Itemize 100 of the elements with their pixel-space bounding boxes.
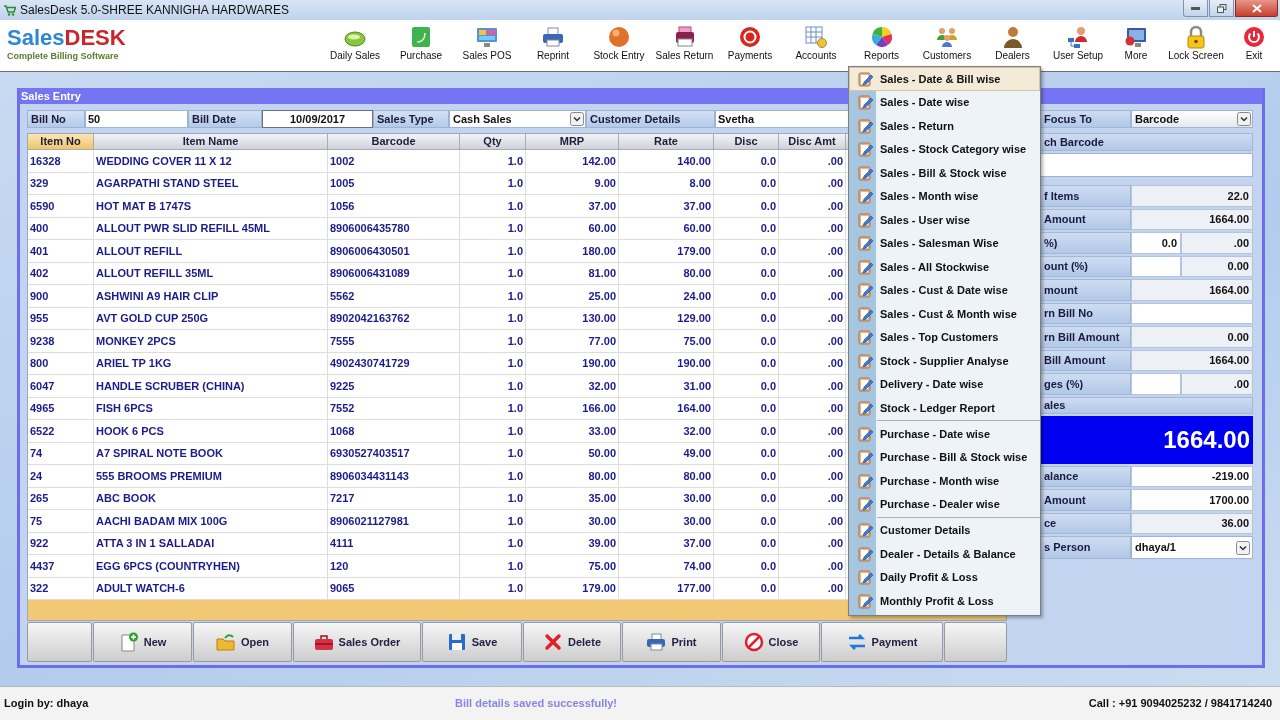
table-cell: 1.0 (460, 285, 526, 308)
summary-value: -219.00 (1131, 465, 1253, 487)
table-cell: ASHWINI A9 HAIR CLIP (94, 285, 328, 308)
table-cell: .00 (779, 397, 846, 420)
table-cell: 4965 (28, 397, 94, 420)
table-cell: 0.0 (714, 352, 779, 375)
table-cell: 1.0 (460, 555, 526, 578)
table-cell: 7217 (328, 487, 460, 510)
table-cell: 6590 (28, 195, 94, 218)
table-cell: 190.00 (619, 352, 714, 375)
table-cell: 1056 (328, 195, 460, 218)
table-cell: .00 (779, 240, 846, 263)
table-cell: .00 (779, 150, 846, 173)
table-cell: 1.0 (460, 330, 526, 353)
logo-tagline: Complete Billing Software (7, 51, 119, 62)
table-cell: 1.0 (460, 352, 526, 375)
table-cell: 30.00 (619, 510, 714, 533)
table-cell: 164.00 (619, 397, 714, 420)
table-cell: 129.00 (619, 307, 714, 330)
table-cell: 4111 (328, 532, 460, 555)
table-cell: 0.0 (714, 420, 779, 443)
table-cell: 1.0 (460, 262, 526, 285)
table-cell: 37.00 (619, 532, 714, 555)
table-cell: 8906006430501 (328, 240, 460, 263)
table-cell: 1068 (328, 420, 460, 443)
table-cell: 77.00 (526, 330, 619, 353)
table-cell: 7555 (328, 330, 460, 353)
table-cell: .00 (779, 307, 846, 330)
status-message: Bill details saved successfully! (455, 696, 618, 712)
table-cell: 16328 (28, 150, 94, 173)
table-cell: 39.00 (526, 532, 619, 555)
table-cell: 25.00 (526, 285, 619, 308)
table-cell: 179.00 (619, 240, 714, 263)
summary-value: 0.00 (1131, 326, 1253, 348)
summary-value: .00 (1181, 373, 1253, 395)
table-cell: 120 (328, 555, 460, 578)
window-title: SalesDesk 5.0-SHREE KANNIGHA HARDWARES (20, 2, 289, 19)
table-cell: 0.0 (714, 217, 779, 240)
table-cell: 955 (28, 307, 94, 330)
table-cell: 9.00 (526, 172, 619, 195)
table-cell: 265 (28, 487, 94, 510)
table-cell: 0.0 (714, 555, 779, 578)
table-cell: .00 (779, 352, 846, 375)
table-cell: 0.0 (714, 285, 779, 308)
panel-title: Sales Entry (21, 88, 81, 104)
table-cell: 1.0 (460, 240, 526, 263)
summary-value: 1664.00 (1131, 208, 1253, 230)
summary-value: 1664.00 (1131, 349, 1253, 371)
table-cell: 75.00 (526, 555, 619, 578)
table-cell: 1.0 (460, 487, 526, 510)
table-cell: 900 (28, 285, 94, 308)
table-cell: 8906006431089 (328, 262, 460, 285)
table-cell: 4902430741729 (328, 352, 460, 375)
table-cell: 9238 (28, 330, 94, 353)
table-cell: .00 (779, 217, 846, 240)
field-label: Sales Type (373, 110, 449, 128)
table-cell: 0.0 (714, 195, 779, 218)
table-cell: 401 (28, 240, 94, 263)
table-cell: 1.0 (460, 532, 526, 555)
table-cell: 0.0 (714, 442, 779, 465)
table-cell: 24 (28, 465, 94, 488)
table-cell: .00 (779, 172, 846, 195)
summary-value: 1664.00 (1131, 279, 1253, 301)
table-cell: 555 BROOMS PREMIUM (94, 465, 328, 488)
table-cell: .00 (779, 555, 846, 578)
table-cell: 80.00 (619, 465, 714, 488)
table-cell: 0.0 (714, 240, 779, 263)
table-cell: 8906006435780 (328, 217, 460, 240)
table-cell: 75 (28, 510, 94, 533)
table-cell: HOOK 6 PCS (94, 420, 328, 443)
table-cell: EGG 6PCS (COUNTRYHEN) (94, 555, 328, 578)
table-cell: 1.0 (460, 195, 526, 218)
table-cell: 1.0 (460, 420, 526, 443)
summary-value: 36.00 (1131, 512, 1253, 534)
table-cell: AVT GOLD CUP 250G (94, 307, 328, 330)
table-cell: 8902042163762 (328, 307, 460, 330)
table-cell: 400 (28, 217, 94, 240)
table-cell: A7 SPIRAL NOTE BOOK (94, 442, 328, 465)
table-cell: 80.00 (619, 262, 714, 285)
table-cell: 329 (28, 172, 94, 195)
table-cell: .00 (779, 420, 846, 443)
table-cell: 1.0 (460, 375, 526, 398)
summary-value: 22.0 (1131, 185, 1253, 207)
table-cell: .00 (779, 330, 846, 353)
table-cell: WEDDING COVER 11 X 12 (94, 150, 328, 173)
table-cell: 60.00 (526, 217, 619, 240)
table-cell: 922 (28, 532, 94, 555)
table-cell: HANDLE SCRUBER (CHINA) (94, 375, 328, 398)
table-cell: 8906021127981 (328, 510, 460, 533)
table-cell: 1.0 (460, 397, 526, 420)
login-status: Login by: dhaya (4, 696, 90, 712)
table-cell: 33.00 (526, 420, 619, 443)
table-cell: .00 (779, 442, 846, 465)
table-cell: 1.0 (460, 510, 526, 533)
table-cell: 0.0 (714, 375, 779, 398)
table-cell: AGARPATHI STAND STEEL (94, 172, 328, 195)
field-label: Bill No (27, 110, 85, 128)
table-cell: 1005 (328, 172, 460, 195)
table-cell: ATTA 3 IN 1 SALLADAI (94, 532, 328, 555)
table-cell: 8906034431143 (328, 465, 460, 488)
